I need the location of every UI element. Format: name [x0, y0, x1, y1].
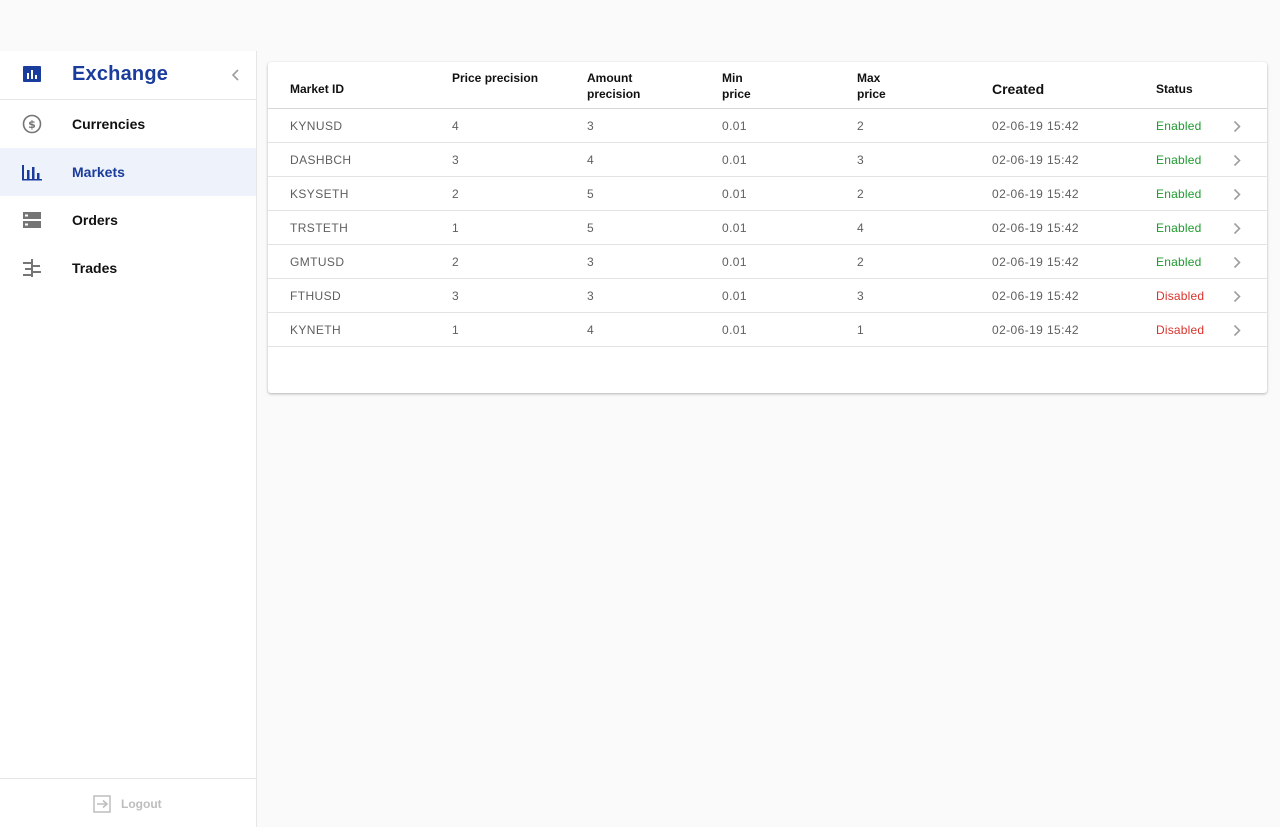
column-header-min-price[interactable]: Min price — [722, 70, 762, 102]
sidebar-item-markets[interactable]: Markets — [0, 148, 256, 196]
cell-created: 02-06-19 15:42 — [992, 323, 1079, 337]
cell-min-price: 0.01 — [722, 255, 747, 269]
chevron-right-icon[interactable] — [1233, 154, 1241, 167]
trades-icon — [23, 259, 41, 277]
column-header-price-precision[interactable]: Price precision — [452, 70, 542, 86]
cell-status: Disabled — [1156, 323, 1205, 337]
markets-table-card: Market ID Price precision Amount precisi… — [268, 62, 1267, 393]
cell-max-price: 4 — [857, 221, 865, 235]
sidebar-item-trades[interactable]: Trades — [0, 244, 256, 292]
sidebar-item-orders[interactable]: Orders — [0, 196, 256, 244]
cell-min-price: 0.01 — [722, 221, 747, 235]
cell-min-price: 0.01 — [722, 119, 747, 133]
column-header-status[interactable]: Status — [1156, 81, 1193, 97]
cell-market-id: KYNUSD — [290, 119, 343, 133]
cell-price-precision: 4 — [452, 119, 460, 133]
logout-button[interactable]: Logout — [0, 778, 256, 827]
table-row[interactable]: KSYSETH 2 5 0.01 2 02-06-19 15:42 Enabled — [268, 177, 1267, 211]
cell-status: Enabled — [1156, 153, 1202, 167]
cell-created: 02-06-19 15:42 — [992, 289, 1079, 303]
cell-min-price: 0.01 — [722, 153, 747, 167]
column-header-market-id[interactable]: Market ID — [290, 81, 344, 97]
cell-price-precision: 1 — [452, 323, 460, 337]
currency-icon: $ — [22, 114, 42, 134]
cell-max-price: 3 — [857, 153, 865, 167]
cell-status: Enabled — [1156, 119, 1202, 133]
sidebar-item-label: Currencies — [72, 116, 146, 132]
cell-price-precision: 2 — [452, 187, 460, 201]
table-row[interactable]: KYNUSD 4 3 0.01 2 02-06-19 15:42 Enabled — [268, 109, 1267, 143]
cell-max-price: 1 — [857, 323, 865, 337]
cell-min-price: 0.01 — [722, 289, 747, 303]
table-row[interactable]: TRSTETH 1 5 0.01 4 02-06-19 15:42 Enabled — [268, 211, 1267, 245]
table-header: Market ID Price precision Amount precisi… — [268, 62, 1267, 109]
table-row[interactable]: DASHBCH 3 4 0.01 3 02-06-19 15:42 Enabled — [268, 143, 1267, 177]
exchange-logo-icon — [23, 66, 41, 82]
table-row[interactable]: GMTUSD 2 3 0.01 2 02-06-19 15:42 Enabled — [268, 245, 1267, 279]
cell-status: Enabled — [1156, 221, 1202, 235]
cell-amount-precision: 5 — [587, 221, 595, 235]
sidebar-item-label: Markets — [72, 164, 125, 180]
chevron-right-icon[interactable] — [1233, 324, 1241, 337]
cell-max-price: 3 — [857, 289, 865, 303]
cell-amount-precision: 3 — [587, 255, 595, 269]
orders-icon — [23, 212, 41, 228]
logout-icon — [93, 795, 111, 813]
column-header-created[interactable]: Created — [992, 81, 1044, 97]
cell-price-precision: 1 — [452, 221, 460, 235]
cell-market-id: KYNETH — [290, 323, 342, 337]
sidebar-item-label: Orders — [72, 212, 118, 228]
cell-max-price: 2 — [857, 119, 865, 133]
cell-created: 02-06-19 15:42 — [992, 119, 1079, 133]
cell-amount-precision: 3 — [587, 119, 595, 133]
cell-created: 02-06-19 15:42 — [992, 153, 1079, 167]
cell-min-price: 0.01 — [722, 323, 747, 337]
column-header-max-price[interactable]: Max price — [857, 70, 897, 102]
cell-price-precision: 3 — [452, 289, 460, 303]
table-row[interactable]: FTHUSD 3 3 0.01 3 02-06-19 15:42 Disabled — [268, 279, 1267, 313]
cell-max-price: 2 — [857, 255, 865, 269]
cell-amount-precision: 4 — [587, 153, 595, 167]
chevron-right-icon[interactable] — [1233, 290, 1241, 303]
table-row[interactable]: KYNETH 1 4 0.01 1 02-06-19 15:42 Disabled — [268, 313, 1267, 347]
cell-price-precision: 2 — [452, 255, 460, 269]
brand-header: Exchange — [0, 51, 256, 100]
cell-amount-precision: 3 — [587, 289, 595, 303]
collapse-sidebar-icon[interactable] — [231, 68, 241, 82]
cell-market-id: KSYSETH — [290, 187, 349, 201]
chevron-right-icon[interactable] — [1233, 188, 1241, 201]
bar-chart-icon — [22, 165, 42, 181]
chevron-right-icon[interactable] — [1233, 120, 1241, 133]
sidebar-item-currencies[interactable]: $ Currencies — [0, 100, 256, 148]
cell-amount-precision: 5 — [587, 187, 595, 201]
cell-market-id: TRSTETH — [290, 221, 349, 235]
column-header-amount-precision[interactable]: Amount precision — [587, 70, 677, 102]
cell-market-id: DASHBCH — [290, 153, 352, 167]
cell-max-price: 2 — [857, 187, 865, 201]
cell-status: Disabled — [1156, 289, 1205, 303]
cell-status: Enabled — [1156, 187, 1202, 201]
cell-status: Enabled — [1156, 255, 1202, 269]
cell-market-id: FTHUSD — [290, 289, 342, 303]
sidebar-item-label: Trades — [72, 260, 118, 276]
chevron-right-icon[interactable] — [1233, 256, 1241, 269]
cell-amount-precision: 4 — [587, 323, 595, 337]
cell-created: 02-06-19 15:42 — [992, 255, 1079, 269]
logout-label: Logout — [121, 797, 162, 811]
cell-min-price: 0.01 — [722, 187, 747, 201]
chevron-right-icon[interactable] — [1233, 222, 1241, 235]
cell-market-id: GMTUSD — [290, 255, 345, 269]
sidebar: Exchange $ Currencies Markets Orders Tra… — [0, 51, 257, 827]
cell-created: 02-06-19 15:42 — [992, 221, 1079, 235]
app-title: Exchange — [72, 63, 169, 85]
svg-text:$: $ — [28, 118, 36, 131]
cell-price-precision: 3 — [452, 153, 460, 167]
cell-created: 02-06-19 15:42 — [992, 187, 1079, 201]
